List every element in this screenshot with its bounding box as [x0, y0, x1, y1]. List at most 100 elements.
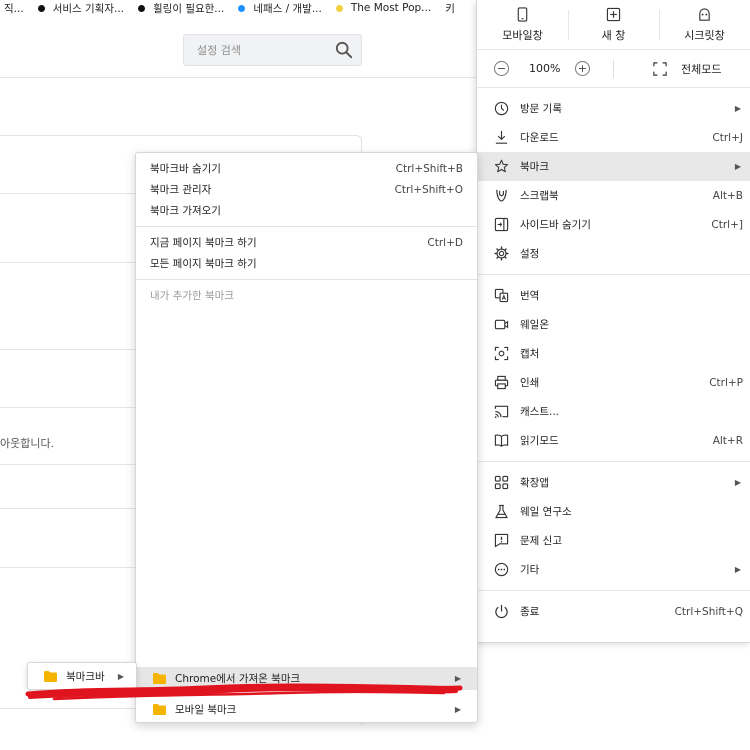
chevron-right-icon: ▶ — [734, 478, 741, 487]
divider — [0, 567, 136, 568]
bookmark-favicon — [138, 4, 145, 12]
zoom-level: 100% — [529, 62, 561, 75]
star-icon — [494, 159, 509, 173]
menu-section: 확장앱 ▶ 웨일 연구소 문제 신고 기타 ▶ — [477, 462, 750, 591]
menu-item-report-problem[interactable]: 문제 신고 — [477, 526, 750, 555]
power-icon — [495, 604, 508, 619]
extensions-icon — [494, 475, 509, 490]
shortcut-label: Ctrl+Shift+O — [394, 183, 463, 196]
history-icon — [494, 101, 509, 116]
zoom-out-button[interactable]: − — [494, 61, 509, 76]
incognito-icon — [699, 7, 710, 21]
section-header-my-bookmarks: 내가 추가한 북마크 — [150, 290, 234, 302]
menu-item-bookmark-all-pages[interactable]: 모든 페이지 북마크 하기 — [136, 253, 477, 274]
divider — [613, 60, 614, 78]
shortcut-label: Ctrl+D — [427, 236, 463, 249]
bookmark-link[interactable]: 서비스 기획자... — [37, 1, 124, 16]
divider — [0, 193, 136, 194]
bookmark-favicon — [37, 4, 45, 12]
bookmark-favicon — [238, 4, 246, 12]
menu-item-exit[interactable]: 종료 Ctrl+Shift+Q — [477, 597, 750, 626]
browser-main-menu: 모바일창 새 창 시크릿창 − 100% + 전체모드 방문 기록 ▶ 다운로드 — [476, 0, 750, 643]
new-window-icon — [606, 7, 621, 21]
menu-item-history[interactable]: 방문 기록 ▶ — [477, 94, 750, 123]
menu-item-bookmark-this-page[interactable]: 지금 페이지 북마크 하기 Ctrl+D — [136, 232, 477, 253]
divider — [0, 708, 136, 709]
menu-section: 종료 Ctrl+Shift+Q — [477, 591, 750, 632]
mobile-icon — [517, 6, 528, 22]
translate-icon — [494, 288, 509, 303]
menu-item-cast[interactable]: 캐스트... — [477, 397, 750, 426]
divider — [0, 349, 136, 350]
search-placeholder: 설정 검색 — [197, 44, 241, 57]
bookmark-link[interactable]: 휠링이 필요한... — [138, 1, 224, 16]
divider — [0, 407, 136, 408]
menu-item-import-bookmarks[interactable]: 북마크 가져오기 — [136, 200, 477, 221]
menu-item-settings[interactable]: 설정 — [477, 239, 750, 268]
fullscreen-icon — [653, 62, 667, 76]
red-underline-annotation — [25, 683, 463, 701]
menu-item-reading-mode[interactable]: 읽기모드 Alt+R — [477, 426, 750, 455]
shortcut-label: Alt+R — [712, 434, 743, 447]
bookmark-link[interactable]: The Most Pop... — [335, 2, 431, 14]
chevron-right-icon: ▶ — [734, 162, 741, 171]
scrapbook-icon — [496, 189, 507, 202]
divider — [0, 508, 136, 509]
new-window-button[interactable]: 새 창 — [568, 0, 659, 49]
bookmark-link[interactable]: 직... — [4, 1, 24, 16]
search-icon[interactable] — [335, 41, 353, 59]
bookmark-submenu: 북마크바 숨기기 Ctrl+Shift+B 북마크 관리자 Ctrl+Shift… — [135, 152, 478, 723]
menu-section: 번역 웨일온 캡처 인쇄 Ctrl+P 캐스트... 읽기모드 Alt+R — [477, 275, 750, 462]
menu-item-capture[interactable]: 캡처 — [477, 339, 750, 368]
incognito-window-button[interactable]: 시크릿창 — [659, 0, 750, 49]
menu-item-print[interactable]: 인쇄 Ctrl+P — [477, 368, 750, 397]
capture-icon — [494, 346, 509, 361]
mobile-window-button[interactable]: 모바일창 — [477, 0, 568, 49]
bookmark-favicon — [335, 4, 343, 12]
menu-item-bookmarks[interactable]: 북마크 ▶ — [477, 152, 750, 181]
divider — [136, 226, 477, 227]
menu-item-extensions[interactable]: 확장앱 ▶ — [477, 468, 750, 497]
more-icon — [494, 562, 509, 577]
shortcut-label: Ctrl+J — [712, 131, 743, 144]
chevron-right-icon: ▶ — [454, 705, 461, 714]
bookmark-link[interactable]: 키 — [445, 1, 455, 16]
window-buttons: 모바일창 새 창 시크릿창 — [477, 0, 750, 50]
folder-icon — [153, 704, 166, 715]
zoom-in-button[interactable]: + — [575, 61, 590, 76]
shortcut-label: Ctrl+Shift+B — [395, 162, 463, 175]
flask-icon — [495, 504, 508, 519]
gear-icon — [494, 246, 509, 261]
menu-section: 방문 기록 ▶ 다운로드 Ctrl+J 북마크 ▶ 스크랩북 Alt+B 사이드… — [477, 88, 750, 275]
report-icon — [494, 533, 509, 548]
sidebar-icon — [494, 217, 509, 232]
divider — [0, 464, 136, 465]
menu-item-bookmark-manager[interactable]: 북마크 관리자 Ctrl+Shift+O — [136, 179, 477, 200]
cast-icon — [494, 405, 509, 418]
menu-item-whale-on[interactable]: 웨일온 — [477, 310, 750, 339]
download-icon — [495, 130, 508, 144]
bookmark-link[interactable]: 네패스 / 개발... — [238, 1, 322, 16]
zoom-controls: − 100% + 전체모드 — [477, 50, 750, 88]
divider — [136, 279, 477, 280]
video-icon — [494, 319, 509, 330]
chevron-right-icon: ▶ — [734, 565, 741, 574]
menu-item-hide-sidebar[interactable]: 사이드바 숨기기 Ctrl+] — [477, 210, 750, 239]
menu-item-translate[interactable]: 번역 — [477, 281, 750, 310]
settings-description: 아웃합니다. — [0, 437, 55, 450]
divider — [0, 262, 136, 263]
menu-item-more[interactable]: 기타 ▶ — [477, 555, 750, 584]
fullscreen-button[interactable]: 전체모드 — [653, 61, 721, 77]
shortcut-label: Ctrl+Shift+Q — [674, 605, 743, 618]
menu-item-downloads[interactable]: 다운로드 Ctrl+J — [477, 123, 750, 152]
shortcut-label: Ctrl+] — [711, 218, 743, 231]
chevron-right-icon: ▶ — [734, 104, 741, 113]
menu-item-hide-bookmark-bar[interactable]: 북마크바 숨기기 Ctrl+Shift+B — [136, 158, 477, 179]
print-icon — [494, 375, 509, 390]
shortcut-label: Alt+B — [712, 189, 743, 202]
menu-item-scrapbook[interactable]: 스크랩북 Alt+B — [477, 181, 750, 210]
settings-search-input[interactable]: 설정 검색 — [183, 34, 362, 66]
book-icon — [494, 434, 509, 447]
shortcut-label: Ctrl+P — [709, 376, 743, 389]
menu-item-whale-lab[interactable]: 웨일 연구소 — [477, 497, 750, 526]
